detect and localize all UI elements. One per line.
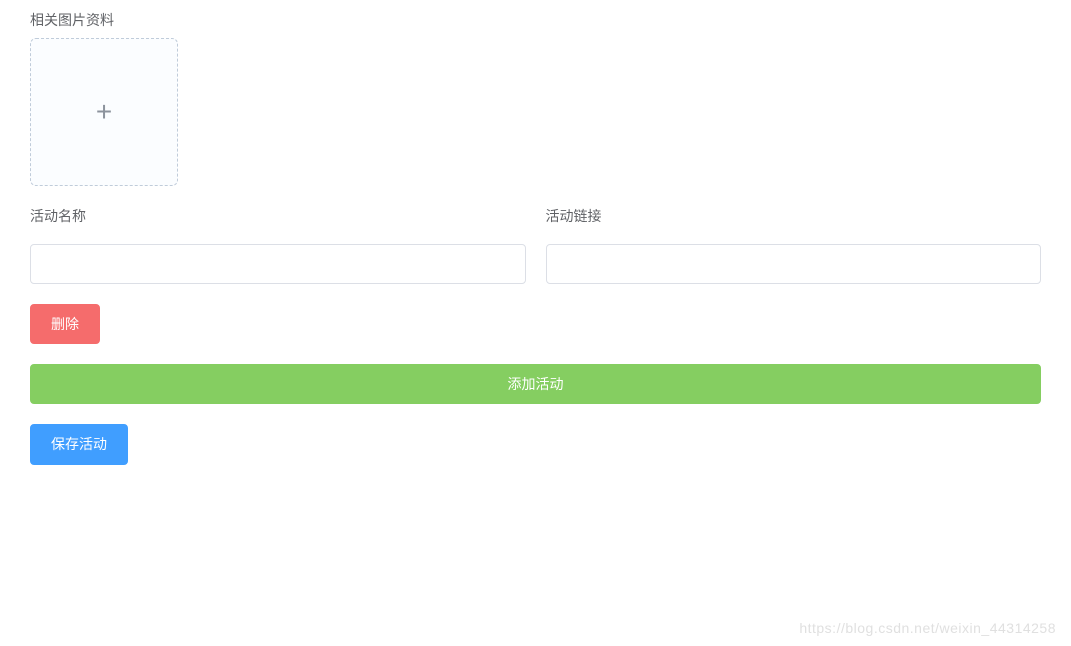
activity-name-input[interactable]	[30, 244, 526, 284]
add-activity-button[interactable]: 添加活动	[30, 364, 1041, 404]
activity-link-input[interactable]	[546, 244, 1042, 284]
plus-icon: +	[96, 98, 112, 126]
delete-button[interactable]: 删除	[30, 304, 100, 344]
upload-box[interactable]: +	[30, 38, 178, 186]
watermark-text: https://blog.csdn.net/weixin_44314258	[799, 620, 1056, 636]
activity-link-label: 活动链接	[546, 206, 1042, 226]
activity-name-label: 活动名称	[30, 206, 526, 226]
save-activity-button[interactable]: 保存活动	[30, 424, 128, 464]
upload-label: 相关图片资料	[30, 10, 1041, 30]
